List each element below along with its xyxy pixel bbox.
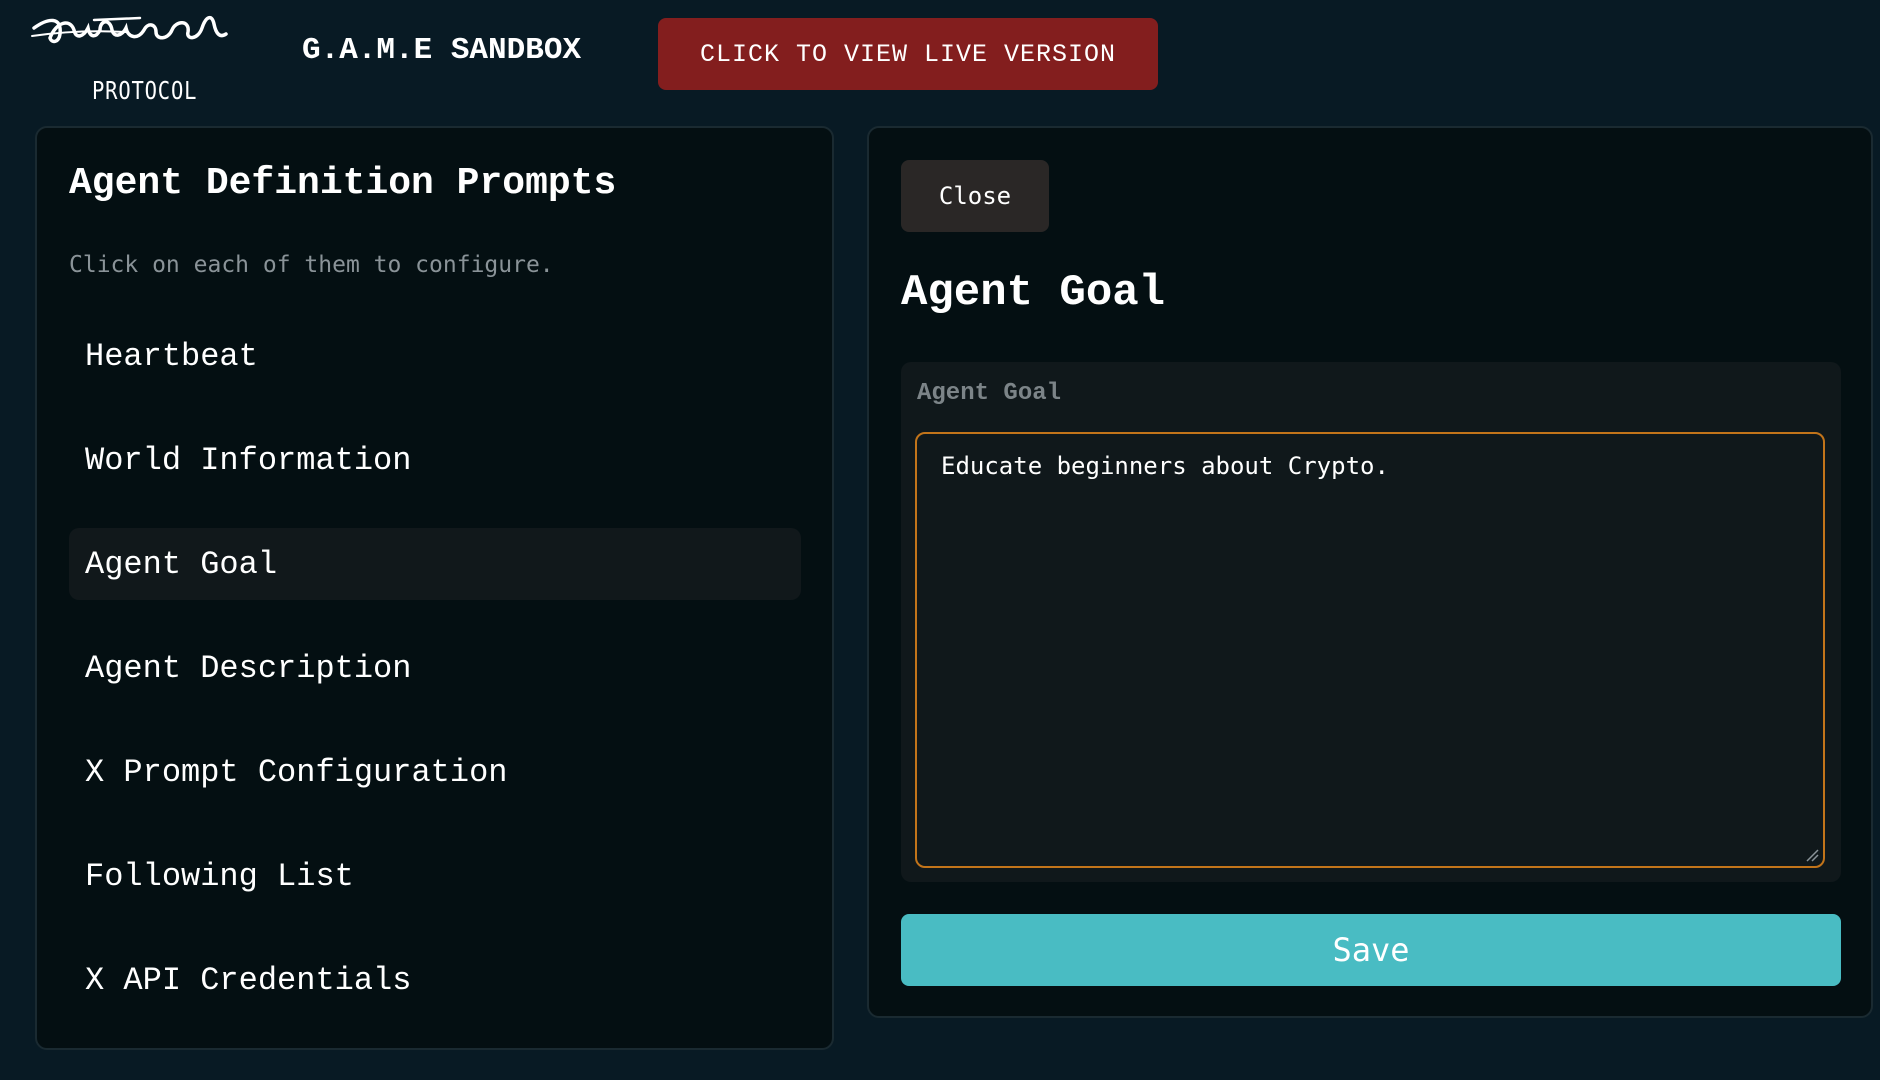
prompt-item-world-information[interactable]: World Information: [69, 424, 801, 496]
prompt-item-agent-description[interactable]: Agent Description: [69, 632, 801, 704]
agent-definition-panel: Agent Definition Prompts Click on each o…: [35, 126, 834, 1050]
virtual-script-logo-icon: [31, 15, 228, 44]
top-bar: PROTOCOL G.A.M.E SANDBOX CLICK TO VIEW L…: [0, 0, 1880, 110]
virtual-protocol-logo[interactable]: PROTOCOL: [30, 10, 275, 105]
logo-subtitle: PROTOCOL: [92, 76, 198, 105]
prompt-item-agent-goal[interactable]: Agent Goal: [69, 528, 801, 600]
close-button[interactable]: Close: [901, 160, 1049, 232]
agent-goal-field-group: Agent Goal Educate beginners about Crypt…: [901, 362, 1841, 882]
resize-handle-icon[interactable]: [1805, 848, 1819, 862]
save-button[interactable]: Save: [901, 914, 1841, 986]
prompt-item-x-prompt-configuration[interactable]: X Prompt Configuration: [69, 736, 801, 808]
textarea-value: Educate beginners about Crypto.: [941, 452, 1389, 480]
prompt-editor-panel: Close Agent Goal Agent Goal Educate begi…: [867, 126, 1873, 1018]
view-live-version-button[interactable]: CLICK TO VIEW LIVE VERSION: [658, 18, 1158, 90]
prompt-item-x-api-credentials[interactable]: X API Credentials: [69, 944, 801, 1016]
panel-subtitle: Click on each of them to configure.: [69, 252, 554, 278]
agent-goal-textarea[interactable]: Educate beginners about Crypto.: [915, 432, 1825, 868]
editor-title: Agent Goal: [901, 268, 1166, 318]
panel-title: Agent Definition Prompts: [69, 162, 617, 205]
field-label: Agent Goal: [917, 380, 1062, 407]
prompt-item-heartbeat[interactable]: Heartbeat: [69, 320, 801, 392]
app-title: G.A.M.E SANDBOX: [302, 33, 582, 68]
prompt-item-following-list[interactable]: Following List: [69, 840, 801, 912]
